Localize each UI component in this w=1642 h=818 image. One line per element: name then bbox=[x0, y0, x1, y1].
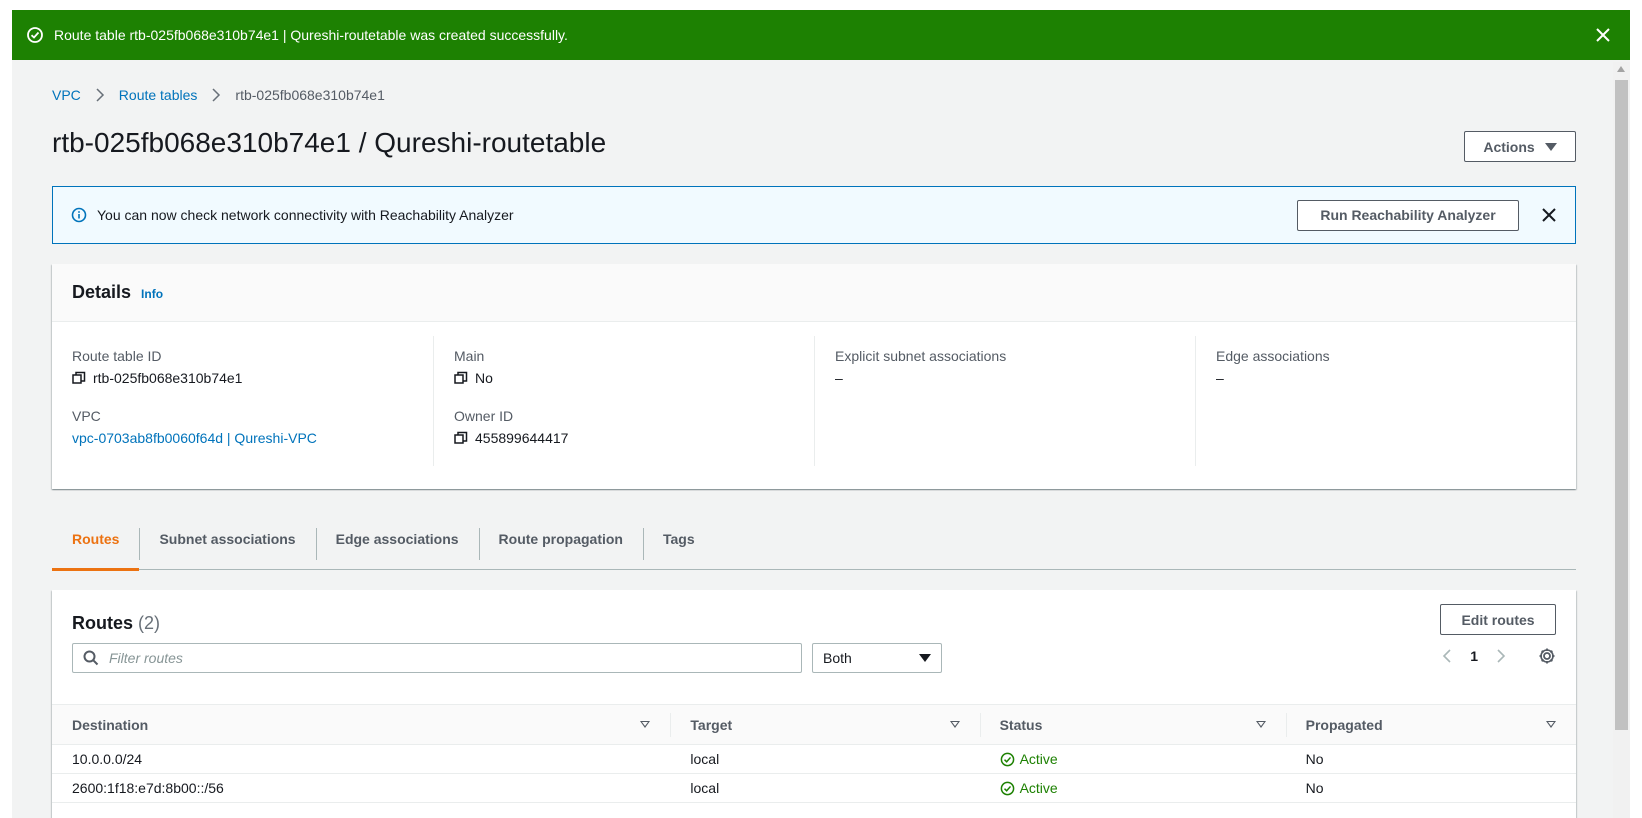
destination-cell: 10.0.0.0/24 bbox=[52, 744, 671, 774]
success-flash-banner: Route table rtb-025fb068e310b74e1 | Qure… bbox=[12, 10, 1630, 60]
explicit-subnet-label: Explicit subnet associations bbox=[835, 348, 1007, 364]
check-circle-icon bbox=[1000, 781, 1015, 796]
sort-icon[interactable] bbox=[1255, 721, 1266, 728]
caret-down-icon bbox=[919, 654, 931, 662]
run-reachability-analyzer-button[interactable]: Run Reachability Analyzer bbox=[1297, 199, 1519, 231]
breadcrumb-route-tables[interactable]: Route tables bbox=[119, 87, 198, 103]
column-header-target[interactable]: Target bbox=[670, 705, 979, 745]
status-cell: Active bbox=[979, 773, 1286, 803]
info-icon bbox=[71, 207, 87, 223]
target-cell: local bbox=[670, 773, 980, 803]
info-banner-text: You can now check network connectivity w… bbox=[97, 207, 514, 223]
propagated-cell: No bbox=[1285, 773, 1576, 803]
propagated-cell: No bbox=[1285, 744, 1576, 774]
target-cell: local bbox=[670, 744, 980, 774]
routes-table: Destination Target Status Propagated 10.… bbox=[52, 704, 1576, 803]
check-circle-icon bbox=[1000, 752, 1015, 767]
chevron-left-icon[interactable] bbox=[1440, 649, 1454, 663]
vertical-scrollbar[interactable] bbox=[1613, 62, 1630, 818]
page-title: rtb-025fb068e310b74e1 / Qureshi-routetab… bbox=[52, 127, 607, 158]
tab-routes[interactable]: Routes bbox=[52, 508, 140, 571]
details-panel: Details Info Route table ID rtb-025fb068… bbox=[52, 264, 1576, 489]
edge-associations-value: – bbox=[1216, 370, 1224, 386]
chevron-right-icon[interactable] bbox=[1494, 649, 1508, 663]
explicit-subnet-value: – bbox=[835, 370, 843, 386]
details-column-4: Edge associations – bbox=[1195, 336, 1576, 466]
filter-routes-input[interactable] bbox=[109, 650, 791, 666]
routes-count: (2) bbox=[138, 613, 161, 633]
tab-route-propagation[interactable]: Route propagation bbox=[478, 508, 643, 570]
scrollbar-thumb[interactable] bbox=[1615, 80, 1628, 730]
tab-tags[interactable]: Tags bbox=[642, 508, 715, 570]
info-banner: You can now check network connectivity w… bbox=[52, 186, 1576, 244]
sort-icon[interactable] bbox=[949, 721, 960, 728]
tab-edge-associations[interactable]: Edge associations bbox=[315, 508, 479, 570]
scroll-up-arrow[interactable] bbox=[1617, 66, 1625, 72]
edit-routes-button[interactable]: Edit routes bbox=[1440, 604, 1556, 635]
details-header: Details Info bbox=[52, 264, 1576, 322]
check-circle-icon bbox=[26, 26, 44, 44]
owner-id-value: 455899644417 bbox=[475, 430, 569, 446]
close-icon[interactable] bbox=[1594, 26, 1612, 44]
filter-routes-field[interactable] bbox=[72, 643, 802, 673]
table-row[interactable]: 10.0.0.0/24 local Active No bbox=[52, 744, 1576, 774]
chevron-right-icon bbox=[95, 88, 105, 102]
status-cell: Active bbox=[979, 744, 1286, 774]
sort-icon[interactable] bbox=[640, 721, 651, 728]
route-table-id-label: Route table ID bbox=[72, 348, 162, 364]
status-text: Active bbox=[1019, 751, 1058, 767]
column-header-destination[interactable]: Destination bbox=[52, 705, 670, 745]
caret-down-icon bbox=[1544, 142, 1557, 151]
details-title: Details bbox=[72, 282, 132, 302]
vpc-label: VPC bbox=[72, 408, 101, 424]
copy-icon[interactable] bbox=[454, 431, 468, 445]
vpc-link[interactable]: vpc-0703ab8fb0060f64d | Qureshi-VPC bbox=[72, 430, 317, 446]
tab-bar: Routes Subnet associations Edge associat… bbox=[52, 508, 1576, 571]
table-row[interactable]: 2600:1f18:e7d:8b00::/56 local Active No bbox=[52, 773, 1576, 803]
select-value: Both bbox=[823, 650, 852, 666]
propagation-filter-select[interactable]: Both bbox=[812, 643, 942, 673]
edge-associations-label: Edge associations bbox=[1216, 348, 1330, 364]
actions-label: Actions bbox=[1483, 138, 1535, 155]
info-link[interactable]: Info bbox=[141, 287, 163, 301]
chevron-right-icon bbox=[211, 88, 221, 102]
column-header-status[interactable]: Status bbox=[979, 705, 1286, 745]
owner-id-label: Owner ID bbox=[454, 408, 514, 424]
tab-subnet-associations[interactable]: Subnet associations bbox=[139, 508, 315, 570]
column-header-propagated[interactable]: Propagated bbox=[1285, 705, 1576, 745]
destination-cell: 2600:1f18:e7d:8b00::/56 bbox=[52, 773, 671, 803]
copy-icon[interactable] bbox=[454, 371, 468, 385]
routes-title: Routes (2) bbox=[72, 613, 160, 634]
details-column-3: Explicit subnet associations – bbox=[814, 336, 1195, 466]
breadcrumb: VPC Route tables rtb-025fb068e310b74e1 bbox=[52, 87, 385, 103]
status-text: Active bbox=[1019, 780, 1058, 796]
close-icon[interactable] bbox=[1541, 207, 1557, 223]
sort-icon[interactable] bbox=[1546, 721, 1556, 728]
routes-title-text: Routes bbox=[72, 613, 134, 633]
breadcrumb-current: rtb-025fb068e310b74e1 bbox=[235, 87, 385, 103]
main-value: No bbox=[475, 370, 493, 386]
flash-message: Route table rtb-025fb068e310b74e1 | Qure… bbox=[54, 27, 568, 43]
details-column-2: Main No Owner ID 455899644417 bbox=[433, 336, 814, 466]
breadcrumb-vpc[interactable]: VPC bbox=[52, 87, 81, 103]
page-number[interactable]: 1 bbox=[1470, 648, 1478, 664]
pagination: 1 bbox=[1440, 647, 1556, 665]
copy-icon[interactable] bbox=[72, 371, 86, 385]
routes-panel: Routes (2) Edit routes Both 1 bbox=[52, 590, 1576, 818]
main-label: Main bbox=[454, 348, 485, 364]
gear-icon[interactable] bbox=[1538, 647, 1556, 665]
route-table-id-value: rtb-025fb068e310b74e1 bbox=[93, 370, 243, 386]
details-column-1: Route table ID rtb-025fb068e310b74e1 VPC… bbox=[52, 336, 433, 466]
search-icon bbox=[83, 650, 99, 666]
actions-button[interactable]: Actions bbox=[1464, 131, 1576, 162]
